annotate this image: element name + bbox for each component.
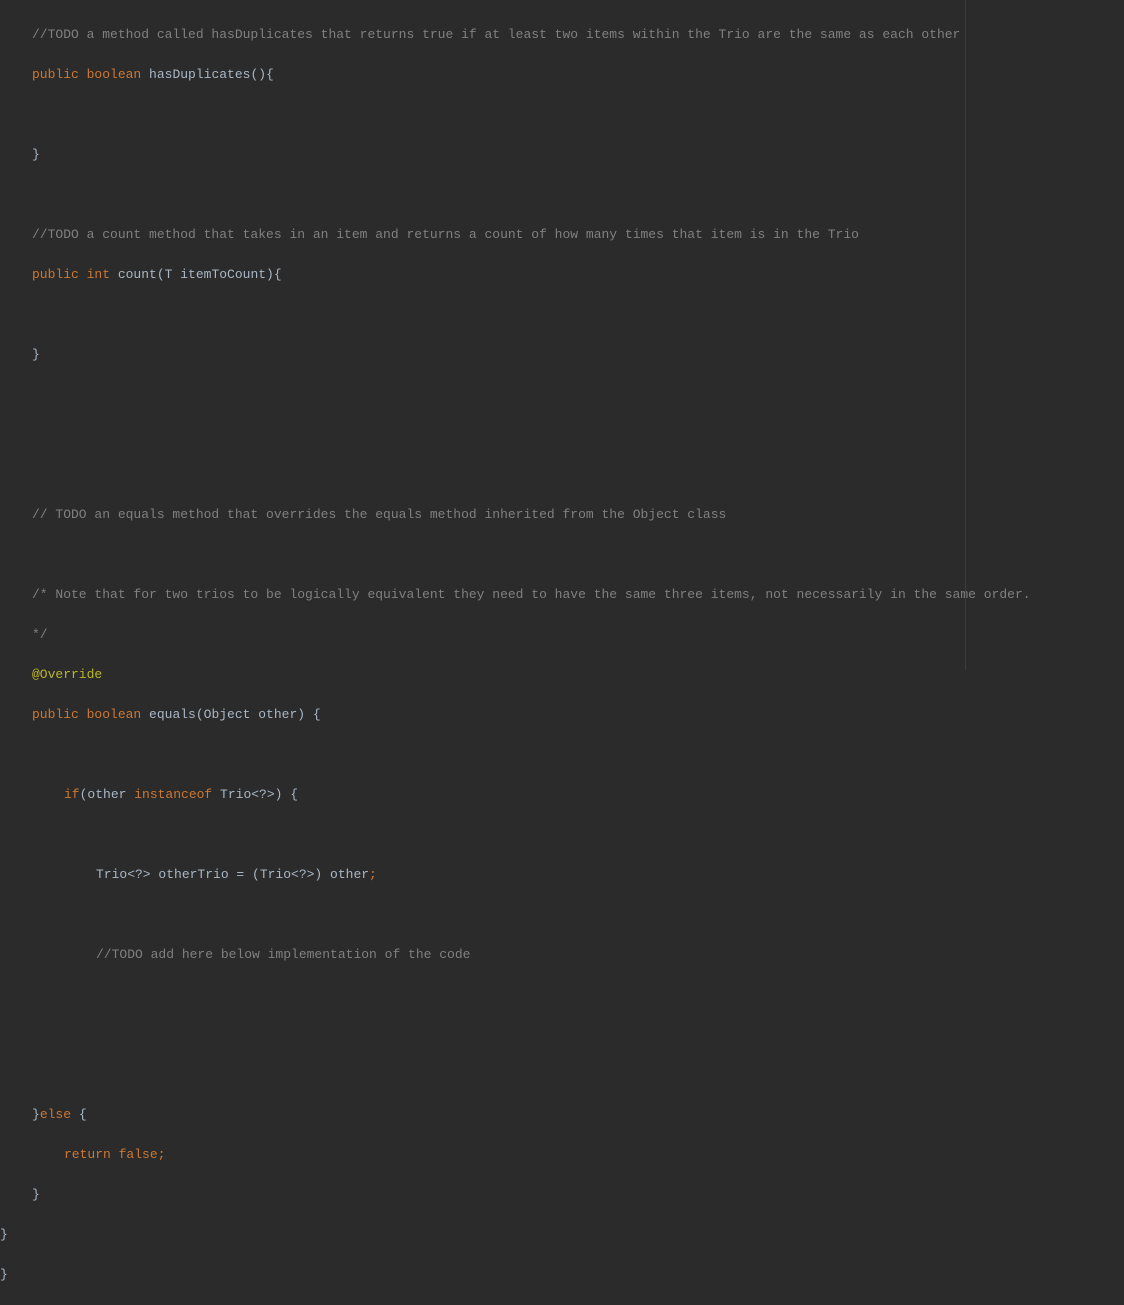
if-condition-open: (other bbox=[80, 787, 135, 802]
close-brace: } bbox=[32, 347, 40, 362]
close-brace: } bbox=[0, 1227, 8, 1242]
comment-block-start: /* Note that for two trios to be logical… bbox=[32, 587, 1031, 602]
code-editor[interactable]: //TODO a method called hasDuplicates tha… bbox=[0, 0, 965, 670]
keyword-public: public bbox=[32, 707, 79, 722]
keyword-instanceof: instanceof bbox=[134, 787, 212, 802]
keyword-boolean: boolean bbox=[87, 707, 142, 722]
cast-statement: Trio<?> otherTrio = (Trio<?>) other bbox=[96, 867, 369, 882]
keyword-return: return bbox=[64, 1147, 111, 1162]
else-open: { bbox=[71, 1107, 87, 1122]
space bbox=[111, 1147, 119, 1162]
keyword-if: if bbox=[64, 787, 80, 802]
comment-line: //TODO a method called hasDuplicates tha… bbox=[32, 27, 960, 42]
keyword-public: public bbox=[32, 267, 79, 282]
comment-line: //TODO a count method that takes in an i… bbox=[32, 227, 859, 242]
keyword-public: public bbox=[32, 67, 79, 82]
method-hasduplicates: hasDuplicates(){ bbox=[141, 67, 274, 82]
if-condition-close: Trio<?>) { bbox=[212, 787, 298, 802]
comment-line: //TODO add here below implementation of … bbox=[96, 947, 470, 962]
comment-line: // TODO an equals method that overrides … bbox=[32, 507, 726, 522]
keyword-boolean: boolean bbox=[87, 67, 142, 82]
editor-ruler bbox=[965, 0, 966, 670]
semicolon: ; bbox=[369, 867, 377, 882]
close-brace: } bbox=[32, 1187, 40, 1202]
method-equals: equals(Object other) { bbox=[141, 707, 320, 722]
close-brace: } bbox=[32, 1107, 40, 1122]
method-count: count(T itemToCount){ bbox=[110, 267, 282, 282]
close-brace: } bbox=[32, 147, 40, 162]
keyword-false: false bbox=[119, 1147, 158, 1162]
annotation-override: @Override bbox=[32, 667, 102, 682]
close-brace: } bbox=[0, 1267, 8, 1282]
semicolon: ; bbox=[158, 1147, 166, 1162]
keyword-int: int bbox=[87, 267, 110, 282]
keyword-else: else bbox=[40, 1107, 71, 1122]
comment-block-end: */ bbox=[32, 627, 48, 642]
